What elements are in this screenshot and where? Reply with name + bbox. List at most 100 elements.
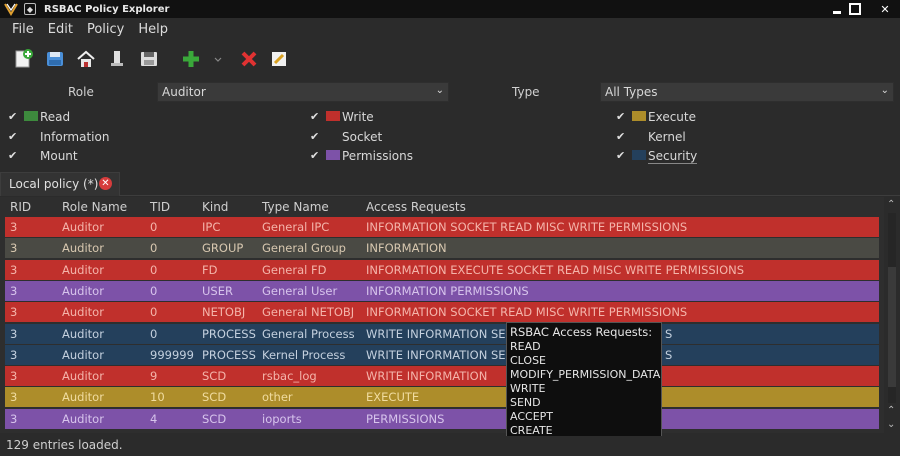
cell-rid: 3 [10,241,18,256]
status-bar: 129 entries loaded. [0,436,900,456]
delete-icon[interactable] [238,48,260,70]
new-document-icon[interactable] [12,48,34,70]
home-icon[interactable] [75,48,97,70]
table-row[interactable]: 3 Auditor 9 SCD rsbac_log WRITE INFORMATION [5,366,879,387]
cell-type-name: other [262,390,293,405]
cell-type-name: ioports [262,411,302,426]
column-type-name[interactable]: Type Name [262,200,329,214]
mount-label: Mount [40,149,78,163]
information-checkbox[interactable]: ✔ [8,130,17,143]
cell-tid: 9 [150,369,158,384]
table-row[interactable]: 3 Auditor 0 PROCESS General Process WRITE INF… [5,323,879,344]
cell-type-name: rsbac_log [262,369,317,384]
cell-role-name: Auditor [62,305,104,320]
type-combobox[interactable]: All Types ⌄ [600,82,894,102]
cell-kind: SCD [202,411,227,426]
cell-rid: 3 [10,262,18,277]
window-menu-icon[interactable]: ◆ [24,3,36,15]
menu-policy[interactable]: Policy [87,22,124,37]
save-as-icon[interactable] [138,48,160,70]
permissions-checkbox[interactable]: ✔ [310,149,319,162]
filter-row: Role Auditor ⌄ Type All Types ⌄ [0,82,900,102]
cell-type-name: General Group [262,241,346,256]
column-rid[interactable]: RID [10,200,31,214]
cell-rid: 3 [10,347,18,362]
save-icon[interactable] [44,48,66,70]
cell-access-requests: INFORMATION PERMISSIONS [366,283,529,298]
close-tab-icon[interactable]: ✕ [99,177,112,190]
cell-rid: 3 [10,305,18,320]
socket-checkbox[interactable]: ✔ [310,130,319,143]
menu-edit[interactable]: Edit [48,22,73,37]
menu-help[interactable]: Help [138,22,168,37]
cell-tid: 0 [150,262,158,277]
cell-kind: USER [202,283,233,298]
cell-access-requests: INFORMATION SOCKET READ MISC WRITE PERMI… [366,220,688,234]
tooltip-item: CLOSE [510,354,547,367]
write-checkbox[interactable]: ✔ [310,110,319,123]
cell-tid: 0 [150,283,158,298]
maximize-button[interactable] [848,2,862,16]
column-kind[interactable]: Kind [202,200,228,214]
table-row[interactable]: 3 Auditor 0 GROUP General Group INFORMATION [5,238,879,259]
cell-rid: 3 [10,220,18,234]
cell-access-requests: INFORMATION EXECUTE SOCKET READ MISC WRI… [366,262,745,277]
menu-file[interactable]: File [12,22,34,37]
cell-kind: SCD [202,390,227,405]
cell-role-name: Auditor [62,262,104,277]
table-row[interactable]: 3 Auditor 4 SCD ioports PERMISSIONS [5,408,879,429]
write-color-swatch [326,111,340,121]
column-access-requests[interactable]: Access Requests [366,200,466,214]
cell-role-name: Auditor [62,326,104,341]
cell-rid: 3 [10,390,18,405]
tooltip-item: WRITE [510,382,546,395]
cell-tid: 0 [150,220,158,234]
tab-bar: Local policy (*) ✕ [0,172,900,196]
table-row[interactable]: 3 Auditor 0 USER General User INFORMATION PER… [5,280,879,301]
cell-kind: IPC [202,220,221,234]
scroll-up-icon[interactable]: ⌃ [887,199,895,210]
column-tid[interactable]: TID [150,200,170,214]
cell-tid: 999999 [150,347,194,362]
pin-icon[interactable] [106,48,128,70]
scroll-thumb[interactable] [888,267,896,387]
cell-kind: PROCESS [202,347,256,362]
vertical-scrollbar[interactable]: ⌃ ⌃ ⌄ [884,197,900,433]
kernel-checkbox[interactable]: ✔ [616,130,625,143]
cell-role-name: Auditor [62,390,104,405]
app-logo-icon [4,3,18,16]
table-row[interactable]: 3 Auditor 0 NETOBJ General NETOBJ INFORMATION… [5,302,879,323]
role-combobox[interactable]: Auditor ⌄ [157,82,449,102]
cell-rid: 3 [10,283,18,298]
scroll-up-icon[interactable]: ⌃ [887,405,895,416]
security-checkbox[interactable]: ✔ [616,149,625,162]
edit-icon[interactable] [268,48,290,70]
column-role-name[interactable]: Role Name [62,200,127,214]
security-color-swatch [632,150,646,160]
dropdown-arrow-icon[interactable] [212,48,224,70]
table-header: RID Role Name TID Kind Type Name Access … [0,197,884,217]
menu-bar: File Edit Policy Help [0,18,900,40]
add-icon[interactable] [180,48,202,70]
read-checkbox[interactable]: ✔ [8,110,17,123]
cell-role-name: Auditor [62,347,104,362]
cell-type-name: General Process [262,326,355,341]
execute-label: Execute [648,110,696,124]
table-row[interactable]: 3 Auditor 10 SCD other EXECUTE [5,387,879,408]
tab-local-policy[interactable]: Local policy (*) ✕ [0,172,120,196]
mount-checkbox[interactable]: ✔ [8,149,17,162]
cell-access-requests: INFORMATION SOCKET READ MISC WRITE PERMI… [366,305,688,320]
table-row[interactable]: 3 Auditor 0 IPC General IPC INFORMATION SOCKE… [5,217,879,237]
toolbar [0,40,900,78]
close-window-button[interactable]: ✕ [878,2,892,16]
read-color-swatch [24,111,38,121]
permissions-color-swatch [326,150,340,160]
cell-tid: 4 [150,411,158,426]
execute-checkbox[interactable]: ✔ [616,110,625,123]
minimize-button[interactable] [830,2,844,16]
scroll-down-icon[interactable]: ⌄ [887,419,895,430]
table-row[interactable]: 3 Auditor 0 FD General FD INFORMATION EXECUTE… [5,259,879,280]
cell-tid: 0 [150,241,158,256]
read-label: Read [40,110,71,124]
table-row[interactable]: 3 Auditor 999999 PROCESS Kernel Process WRITE… [5,344,879,365]
